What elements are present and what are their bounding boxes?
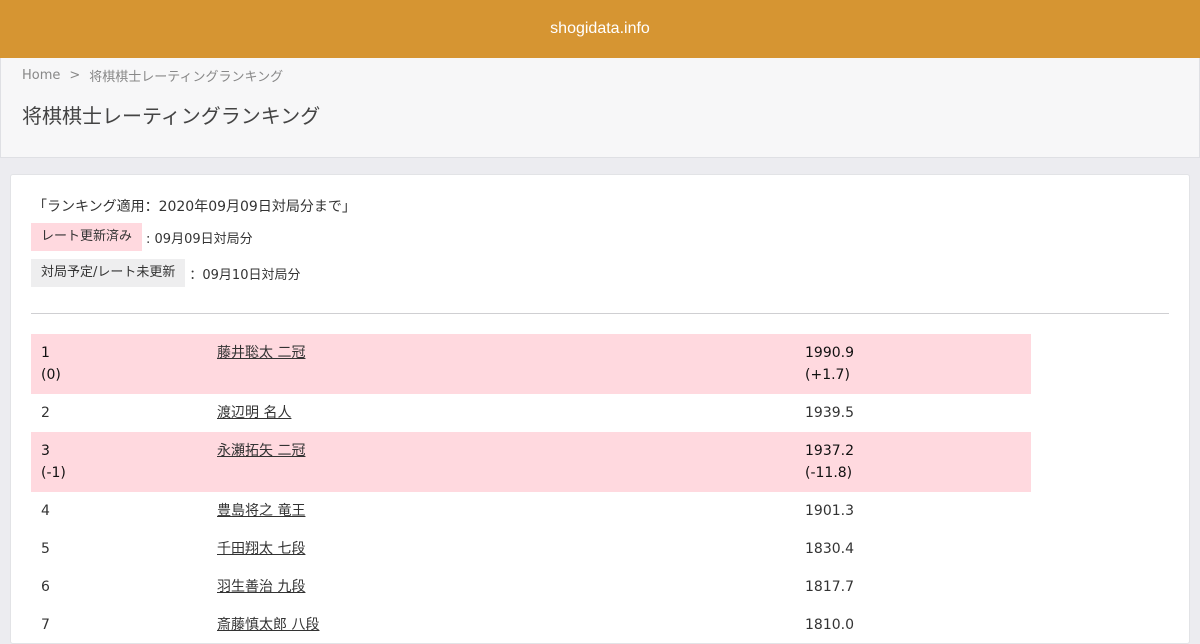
rank-cell: 2	[41, 402, 217, 424]
ranking-row: 7 斎藤慎太郎 八段 1810.0	[31, 606, 1031, 644]
rank-cell: 1 (0)	[41, 342, 217, 386]
breadcrumb-home-link[interactable]: Home	[22, 68, 60, 83]
rating-value: 1901.3	[805, 503, 854, 519]
rating-value: 1830.4	[805, 541, 854, 557]
pending-legend-text: ：09月10日対局分	[189, 267, 301, 283]
ranking-card: 「ランキング適用：2020年09月09日対局分まで」 レート更新済み : 09月…	[10, 174, 1190, 644]
rating-cell: 1990.9 (+1.7)	[805, 342, 1005, 386]
rating-value: 1990.9	[805, 345, 854, 361]
updated-legend-text: : 09月09日対局分	[146, 231, 253, 247]
rank-number: 5	[41, 541, 50, 557]
divider	[31, 313, 1169, 314]
rating-cell: 1810.0	[805, 614, 1005, 636]
rank-number: 1	[41, 345, 50, 361]
ranking-row: 4 豊島将之 竜王 1901.3	[31, 492, 1031, 530]
player-name-link[interactable]: 豊島将之 竜王	[217, 503, 305, 519]
ranking-row: 2 渡辺明 名人 1939.5	[31, 394, 1031, 432]
rank-cell: 3 (-1)	[41, 440, 217, 484]
player-name-link[interactable]: 千田翔太 七段	[217, 541, 305, 557]
name-cell: 斎藤慎太郎 八段	[217, 614, 805, 636]
ranking-row: 3 (-1) 永瀬拓矢 二冠 1937.2 (-11.8)	[31, 432, 1031, 492]
rank-number: 4	[41, 503, 50, 519]
rating-change: (-11.8)	[805, 465, 853, 481]
legend-updated: レート更新済み : 09月09日対局分	[31, 223, 253, 251]
ranking-row: 6 羽生善治 九段 1817.7	[31, 568, 1031, 606]
rating-cell: 1939.5	[805, 402, 1005, 424]
legend-pending: 対局予定/レート未更新 ：09月10日対局分	[31, 259, 300, 287]
breadcrumb-current: 将棋棋士レーティングランキング	[89, 70, 284, 85]
page-header: Home > 将棋棋士レーティングランキング 将棋棋士レーティングランキング	[0, 58, 1200, 158]
name-cell: 永瀬拓矢 二冠	[217, 440, 805, 484]
player-name-link[interactable]: 永瀬拓矢 二冠	[217, 443, 305, 459]
rank-number: 7	[41, 617, 50, 633]
rating-cell: 1937.2 (-11.8)	[805, 440, 1005, 484]
rank-cell: 6	[41, 576, 217, 598]
rank-change: (-1)	[41, 465, 66, 481]
rating-cell: 1901.3	[805, 500, 1005, 522]
breadcrumb-separator: >	[69, 68, 81, 83]
rating-value: 1817.7	[805, 579, 854, 595]
page-title: 将棋棋士レーティングランキング	[22, 104, 321, 128]
ranking-row: 1 (0) 藤井聡太 二冠 1990.9 (+1.7)	[31, 334, 1031, 394]
rank-number: 2	[41, 405, 50, 421]
updated-tag: レート更新済み	[31, 223, 143, 251]
rating-value: 1937.2	[805, 443, 854, 459]
rank-change: (0)	[41, 367, 61, 383]
name-cell: 藤井聡太 二冠	[217, 342, 805, 386]
rating-value: 1939.5	[805, 405, 854, 421]
name-cell: 渡辺明 名人	[217, 402, 805, 424]
rank-cell: 7	[41, 614, 217, 636]
rating-cell: 1830.4	[805, 538, 1005, 560]
name-cell: 豊島将之 竜王	[217, 500, 805, 522]
player-name-link[interactable]: 斎藤慎太郎 八段	[217, 617, 319, 633]
ranking-applied-note: 「ランキング適用：2020年09月09日対局分まで」	[33, 199, 356, 215]
rating-change: (+1.7)	[805, 367, 850, 383]
rank-number: 3	[41, 443, 50, 459]
rating-value: 1810.0	[805, 617, 854, 633]
player-name-link[interactable]: 藤井聡太 二冠	[217, 345, 305, 361]
site-title-link[interactable]: shogidata.info	[550, 20, 650, 38]
rank-cell: 4	[41, 500, 217, 522]
player-name-link[interactable]: 渡辺明 名人	[217, 405, 291, 421]
rank-number: 6	[41, 579, 50, 595]
ranking-row: 5 千田翔太 七段 1830.4	[31, 530, 1031, 568]
rank-cell: 5	[41, 538, 217, 560]
player-name-link[interactable]: 羽生善治 九段	[217, 579, 305, 595]
pending-tag: 対局予定/レート未更新	[31, 259, 186, 287]
name-cell: 羽生善治 九段	[217, 576, 805, 598]
name-cell: 千田翔太 七段	[217, 538, 805, 560]
breadcrumb: Home > 将棋棋士レーティングランキング	[22, 66, 283, 85]
rating-cell: 1817.7	[805, 576, 1005, 598]
ranking-list: 1 (0) 藤井聡太 二冠 1990.9 (+1.7) 2 渡辺明 名人 1939.5 3 (-1…	[31, 334, 1031, 644]
top-bar: shogidata.info	[0, 0, 1200, 58]
